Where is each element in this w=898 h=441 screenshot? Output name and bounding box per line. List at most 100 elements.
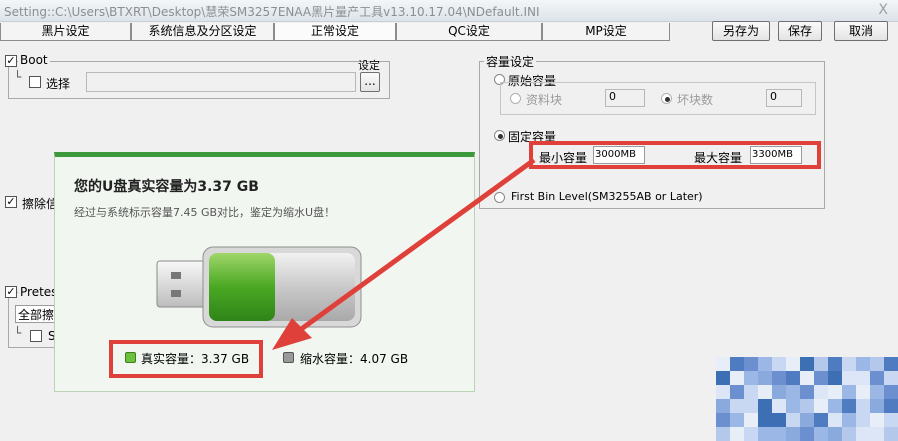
mosaic-cell <box>814 371 828 385</box>
popup-subtext: 经过与系统标示容量7.45 GB对比，鉴定为缩水U盘！ <box>74 206 336 219</box>
mosaic-cell <box>884 399 898 413</box>
bad-block-input[interactable]: 0 <box>766 89 802 107</box>
mosaic-cell <box>814 357 828 371</box>
select-label: 选择 <box>46 77 71 91</box>
mosaic-cell <box>842 427 856 441</box>
mosaic-cell <box>744 371 758 385</box>
mosaic-cell <box>716 385 730 399</box>
mosaic-cell <box>814 427 828 441</box>
mosaic-cell <box>828 427 842 441</box>
mosaic-cell <box>772 371 786 385</box>
mosaic-cell <box>884 413 898 427</box>
erase-checkbox[interactable]: ✓ <box>5 196 17 208</box>
tab-system-info[interactable]: 系统信息及分区设定 <box>131 23 274 41</box>
boot-checkbox[interactable]: ✓ <box>5 55 17 67</box>
min-capacity-input[interactable]: 3000MB <box>593 146 645 164</box>
material-block-input[interactable]: 0 <box>605 89 645 107</box>
mosaic-cell <box>842 385 856 399</box>
shrink-capacity-swatch <box>283 352 294 363</box>
mosaic-cell <box>786 399 800 413</box>
erase-mode-dropdown[interactable]: 全部擦 <box>15 305 57 323</box>
mosaic-cell <box>884 371 898 385</box>
tree-connector: └ <box>14 70 22 84</box>
material-block-label: 资料块 <box>526 93 563 107</box>
mosaic-cell <box>856 427 870 441</box>
mosaic-cell <box>758 399 772 413</box>
mosaic-cell <box>870 371 884 385</box>
erase-label: 擦除信 <box>22 197 59 211</box>
mosaic-cell <box>758 413 772 427</box>
mosaic-corner <box>716 357 898 441</box>
mosaic-cell <box>744 385 758 399</box>
mosaic-cell <box>828 385 842 399</box>
mosaic-cell <box>786 385 800 399</box>
mosaic-cell <box>800 427 814 441</box>
mosaic-cell <box>856 399 870 413</box>
mosaic-cell <box>814 413 828 427</box>
mosaic-cell <box>772 399 786 413</box>
mosaic-cell <box>730 413 744 427</box>
mosaic-cell <box>716 357 730 371</box>
first-bin-label: First Bin Level(SM3255AB or Later) <box>511 190 703 203</box>
mosaic-cell <box>744 399 758 413</box>
mosaic-cell <box>884 357 898 371</box>
max-capacity-label: 最大容量 <box>694 151 743 165</box>
mosaic-cell <box>884 427 898 441</box>
mosaic-cell <box>870 427 884 441</box>
tab-qc-settings[interactable]: QC设定 <box>396 23 542 41</box>
mosaic-cell <box>758 357 772 371</box>
mosaic-cell <box>828 357 842 371</box>
mosaic-cell <box>730 399 744 413</box>
min-capacity-label: 最小容量 <box>539 151 588 165</box>
boot-settings-label: 设定 <box>358 59 380 72</box>
mosaic-cell <box>870 357 884 371</box>
mosaic-cell <box>856 357 870 371</box>
mosaic-cell <box>800 371 814 385</box>
mosaic-cell <box>772 427 786 441</box>
first-bin-radio[interactable] <box>494 192 505 203</box>
mosaic-cell <box>716 427 730 441</box>
tree-connector-2: └ <box>14 326 22 340</box>
mosaic-cell <box>870 385 884 399</box>
mosaic-cell <box>730 385 744 399</box>
mosaic-cell <box>730 427 744 441</box>
bad-block-radio[interactable] <box>661 93 672 104</box>
tab-mp-settings[interactable]: MP设定 <box>542 23 670 41</box>
real-capacity-swatch <box>125 352 136 363</box>
popup-headline: 您的U盘真实容量为3.37 GB <box>74 179 259 195</box>
save-button[interactable]: 保存 <box>778 21 822 41</box>
capacity-group-title: 容量设定 <box>484 53 537 70</box>
browse-button[interactable]: ... <box>360 72 380 92</box>
mosaic-cell <box>842 357 856 371</box>
mosaic-cell <box>842 413 856 427</box>
select-checkbox[interactable] <box>29 76 41 88</box>
mosaic-cell <box>800 357 814 371</box>
close-icon[interactable]: X <box>878 2 888 18</box>
save-as-button[interactable]: 另存为 <box>712 21 770 41</box>
mosaic-cell <box>772 413 786 427</box>
cancel-button[interactable]: 取消 <box>834 21 888 41</box>
sub-checkbox[interactable] <box>30 330 42 342</box>
boot-path-field[interactable] <box>86 72 356 92</box>
mosaic-cell <box>786 357 800 371</box>
mosaic-cell <box>716 413 730 427</box>
mosaic-cell <box>744 357 758 371</box>
mosaic-cell <box>856 413 870 427</box>
mosaic-cell <box>786 427 800 441</box>
tab-normal-settings[interactable]: 正常设定 <box>274 23 396 41</box>
material-block-radio[interactable] <box>510 93 521 104</box>
mosaic-cell <box>870 399 884 413</box>
bad-block-label: 坏块数 <box>677 93 714 107</box>
pretest-checkbox[interactable]: ✓ <box>5 286 17 298</box>
usb-drive-icon <box>156 246 362 328</box>
mosaic-cell <box>716 371 730 385</box>
boot-label: Boot <box>18 53 50 67</box>
tab-black-chip[interactable]: 黑片设定 <box>0 23 131 41</box>
mosaic-cell <box>814 399 828 413</box>
mosaic-cell <box>786 413 800 427</box>
mosaic-cell <box>772 385 786 399</box>
fixed-capacity-radio[interactable] <box>494 130 505 141</box>
max-capacity-input[interactable]: 3300MB <box>750 146 802 164</box>
real-capacity-label: 真实容量：3.37 GB <box>141 352 250 366</box>
mosaic-cell <box>716 399 730 413</box>
